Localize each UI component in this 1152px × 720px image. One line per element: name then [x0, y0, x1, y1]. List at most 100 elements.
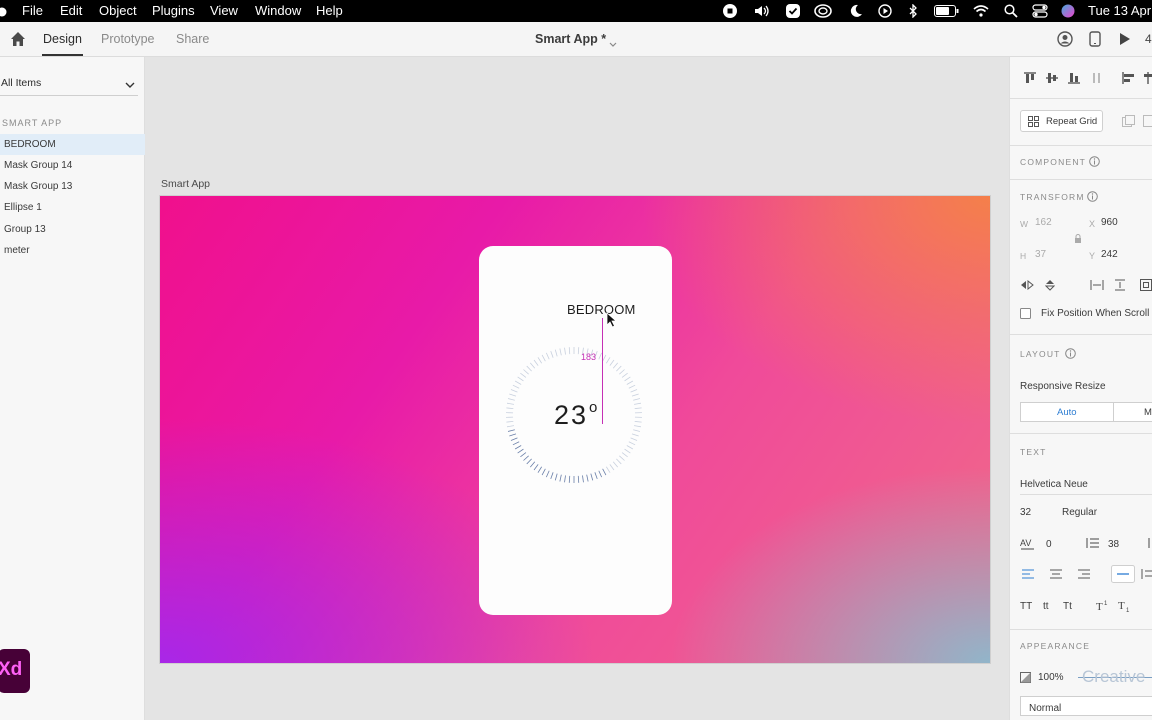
adobe-xd-logo[interactable]: Xd: [0, 649, 30, 693]
distribute-v-icon[interactable]: [1115, 279, 1125, 294]
line-spacing-icon: [1085, 537, 1099, 552]
align-left-icon[interactable]: [1122, 72, 1136, 87]
auto-width-text-icon[interactable]: [1111, 565, 1135, 586]
menu-file[interactable]: File: [22, 3, 43, 18]
y-value[interactable]: 242: [1101, 249, 1118, 260]
stop-recording-icon[interactable]: [722, 3, 738, 19]
distribute-h-icon[interactable]: [1090, 280, 1104, 293]
menubar-datetime[interactable]: Tue 13 Apr: [1088, 3, 1151, 18]
copy-icon[interactable]: [1122, 115, 1136, 130]
align-text-center-icon[interactable]: [1050, 569, 1062, 582]
macos-menu-bar: File Edit Object Plugins View Window Hel…: [0, 0, 1152, 22]
room-label-text[interactable]: BEDROOM: [567, 302, 636, 317]
layer-item-mask-group-13[interactable]: Mask Group 13: [0, 176, 145, 197]
checkmark-app-icon[interactable]: [785, 3, 801, 19]
align-text-right-icon[interactable]: [1078, 569, 1090, 582]
menu-object[interactable]: Object: [99, 3, 137, 18]
home-icon[interactable]: [10, 31, 26, 52]
user-account-icon[interactable]: [1057, 31, 1073, 52]
align-center-icon[interactable]: [1143, 72, 1152, 87]
wifi-icon[interactable]: [972, 3, 990, 19]
dial-tick: [520, 452, 527, 458]
artboard[interactable]: BEDROOM 183 23o: [159, 195, 991, 664]
distribute-icon[interactable]: [1092, 72, 1102, 87]
flip-horizontal-icon[interactable]: [1020, 279, 1034, 293]
dial-tick: [602, 354, 607, 362]
align-bottom-icon[interactable]: [1067, 72, 1081, 87]
tab-prototype[interactable]: Prototype: [101, 32, 155, 46]
opacity-value[interactable]: 100%: [1038, 672, 1064, 683]
align-middle-icon[interactable]: [1045, 72, 1059, 87]
dial-tick: [590, 473, 594, 481]
fit-content-icon[interactable]: [1140, 279, 1152, 294]
svg-text:T: T: [1096, 601, 1103, 613]
artboard-label[interactable]: Smart App: [161, 178, 210, 190]
line-spacing-input[interactable]: 38: [1108, 539, 1119, 550]
siri-icon[interactable]: [1060, 3, 1076, 19]
responsive-manual-option[interactable]: Ma: [1144, 407, 1152, 418]
layer-filter-dropdown[interactable]: All Items: [0, 74, 138, 96]
dial-tick: [514, 445, 522, 450]
menu-plugins[interactable]: Plugins: [152, 3, 195, 18]
chevron-down-icon[interactable]: [609, 35, 617, 53]
bluetooth-icon[interactable]: [906, 3, 920, 19]
control-center-icon[interactable]: [1031, 3, 1049, 19]
info-icon[interactable]: [1065, 348, 1076, 362]
layer-item-group-13[interactable]: Group 13: [0, 219, 145, 240]
tab-design[interactable]: Design: [43, 32, 82, 46]
creative-cloud-icon[interactable]: [814, 3, 832, 19]
fixed-size-text-icon[interactable]: [1141, 569, 1152, 582]
menu-window[interactable]: Window: [255, 3, 301, 18]
responsive-resize-toggle[interactable]: Auto Ma: [1020, 402, 1152, 422]
menu-view[interactable]: View: [210, 3, 238, 18]
info-icon[interactable]: [1089, 156, 1100, 170]
layer-item-bedroom[interactable]: BEDROOM: [0, 134, 145, 155]
lock-aspect-icon[interactable]: [1074, 234, 1082, 247]
layer-item-meter[interactable]: meter: [0, 240, 145, 261]
dial-tick: [541, 354, 546, 362]
document-title[interactable]: Smart App *: [535, 32, 606, 46]
repeat-grid-icon: [1028, 116, 1039, 130]
font-weight-select[interactable]: Regular: [1062, 507, 1097, 518]
layer-item-ellipse-1[interactable]: Ellipse 1: [0, 197, 145, 218]
menu-edit[interactable]: Edit: [60, 3, 82, 18]
dial-tick: [634, 425, 642, 428]
paragraph-spacing-icon[interactable]: [1146, 538, 1152, 551]
layer-item-mask-group-14[interactable]: Mask Group 14: [0, 155, 145, 176]
responsive-auto-option[interactable]: Auto: [1057, 407, 1077, 418]
x-value[interactable]: 960: [1101, 217, 1118, 228]
play-circle-icon[interactable]: [877, 3, 893, 19]
phone-card[interactable]: BEDROOM 183 23o: [479, 246, 672, 615]
text-transform-lowercase[interactable]: tt: [1043, 601, 1049, 612]
text-transform-titlecase[interactable]: Tt: [1063, 601, 1072, 612]
zoom-level[interactable]: 4: [1145, 32, 1152, 46]
paste-icon[interactable]: [1143, 115, 1152, 130]
align-text-left-icon[interactable]: [1022, 569, 1034, 582]
superscript-icon[interactable]: T1: [1096, 599, 1110, 616]
font-size-input[interactable]: 32: [1020, 507, 1031, 518]
apple-menu-icon[interactable]: [0, 3, 8, 19]
tab-share[interactable]: Share: [176, 32, 209, 46]
volume-icon[interactable]: [753, 3, 771, 19]
dial-tick: [526, 458, 532, 465]
text-transform-uppercase[interactable]: TT: [1020, 601, 1032, 612]
spotlight-search-icon[interactable]: [1003, 3, 1019, 19]
menu-help[interactable]: Help: [316, 3, 343, 18]
dial-tick: [631, 393, 639, 397]
device-preview-icon[interactable]: [1089, 31, 1101, 52]
align-top-icon[interactable]: [1023, 72, 1037, 87]
height-value[interactable]: 37: [1035, 249, 1046, 260]
battery-icon[interactable]: [933, 3, 959, 19]
moon-icon[interactable]: [848, 3, 864, 19]
width-value[interactable]: 162: [1035, 217, 1052, 228]
temperature-reading[interactable]: 23o: [554, 399, 599, 431]
fix-position-checkbox[interactable]: [1020, 308, 1031, 322]
repeat-grid-button[interactable]: Repeat Grid: [1020, 110, 1103, 132]
info-icon[interactable]: [1087, 191, 1098, 205]
dial-tick: [510, 389, 518, 393]
character-spacing-input[interactable]: 0: [1046, 539, 1052, 550]
subscript-icon[interactable]: T1: [1118, 599, 1132, 616]
flip-vertical-icon[interactable]: [1044, 279, 1056, 294]
font-family-select[interactable]: Helvetica Neue: [1020, 479, 1088, 490]
play-preview-icon[interactable]: [1119, 32, 1131, 51]
